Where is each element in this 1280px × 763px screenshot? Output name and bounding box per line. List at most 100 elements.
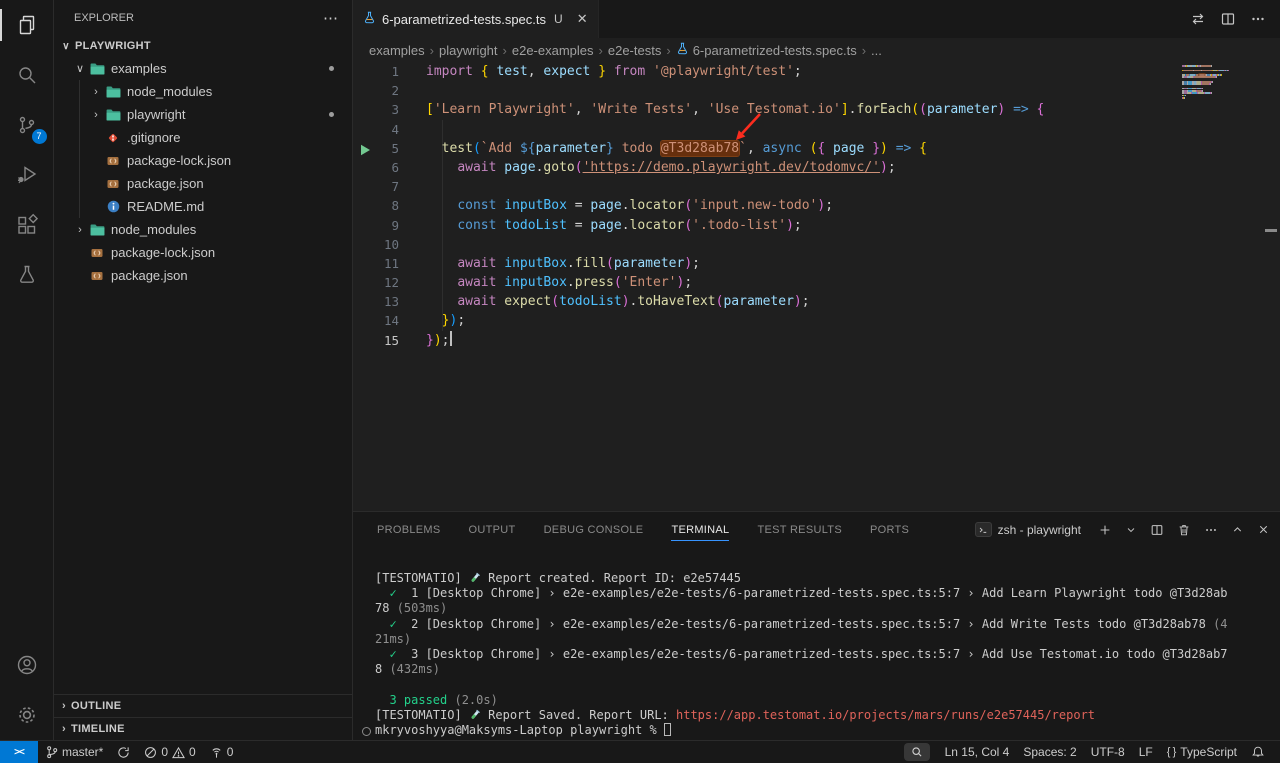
terminal-session[interactable]: zsh - playwright: [975, 522, 1081, 537]
timeline-section[interactable]: › TIMELINE: [54, 717, 352, 740]
code-line-6[interactable]: 6 await page.goto('https://demo.playwrig…: [353, 158, 1280, 177]
code-line-13[interactable]: 13 await expect(todoList).toHaveText(par…: [353, 292, 1280, 311]
code-text: [399, 81, 426, 100]
tree-item-README.md[interactable]: README.md: [54, 195, 352, 218]
panel-tab-terminal[interactable]: TERMINAL: [671, 512, 729, 547]
tree-item-package-lock.json[interactable]: package-lock.json: [54, 241, 352, 264]
testing-icon[interactable]: [0, 250, 54, 300]
git-branch-status[interactable]: master*: [38, 741, 110, 763]
new-terminal-icon[interactable]: [1098, 523, 1112, 537]
panel-tab-output[interactable]: OUTPUT: [469, 512, 516, 547]
panel-tab-problems[interactable]: PROBLEMS: [377, 512, 441, 547]
close-panel-icon[interactable]: [1257, 523, 1270, 536]
tree-item-examples[interactable]: ∨examples: [54, 57, 352, 80]
vscode-window: 7: [0, 0, 1280, 763]
breadcrumb-item[interactable]: ...: [871, 43, 882, 58]
tree-item-node_modules[interactable]: ›node_modules: [54, 218, 352, 241]
settings-gear-icon[interactable]: [0, 690, 54, 740]
kill-terminal-trash-icon[interactable]: [1177, 523, 1191, 537]
code-line-3[interactable]: 3['Learn Playwright', 'Write Tests', 'Us…: [353, 100, 1280, 119]
split-terminal-icon[interactable]: [1150, 523, 1164, 537]
tab-spec-file[interactable]: 6-parametrized-tests.spec.ts U ✕: [353, 0, 599, 38]
indentation-setting[interactable]: Spaces: 2: [1016, 745, 1083, 759]
outline-section[interactable]: › OUTLINE: [54, 694, 352, 717]
code-line-7[interactable]: 7: [353, 177, 1280, 196]
maximize-panel-chevron-icon[interactable]: [1231, 523, 1244, 536]
status-bar-right: Ln 15, Col 4 Spaces: 2 UTF-8 LF { } Type…: [904, 743, 1280, 761]
more-actions-icon[interactable]: [1250, 11, 1266, 27]
code-line-11[interactable]: 11 await inputBox.fill(parameter);: [353, 254, 1280, 273]
editor-pane[interactable]: 1import { test, expect } from '@playwrig…: [353, 62, 1280, 511]
language-mode[interactable]: { } TypeScript: [1160, 745, 1244, 759]
tree-item-playwright[interactable]: ›playwright: [54, 103, 352, 126]
code-line-9[interactable]: 9 const todoList = page.locator('.todo-l…: [353, 216, 1280, 235]
eol-setting[interactable]: LF: [1132, 745, 1160, 759]
breadcrumb-item[interactable]: e2e-examples: [512, 43, 594, 58]
account-icon[interactable]: [0, 640, 54, 690]
panel-actions: zsh - playwright: [975, 522, 1270, 537]
code-line-14[interactable]: 14 });: [353, 311, 1280, 330]
code-text: test(`Add ${parameter} todo @T3d28ab78`,…: [399, 139, 927, 158]
search-icon[interactable]: [0, 50, 54, 100]
tree-item-package-lock.json[interactable]: package-lock.json: [54, 149, 352, 172]
editor-cursor: [450, 331, 452, 346]
source-control-badge: 7: [32, 129, 47, 144]
zoom-icon[interactable]: [904, 743, 930, 761]
terminal-cursor: [664, 723, 671, 736]
breadcrumb-separator: ›: [862, 43, 866, 58]
code-line-5[interactable]: 5 test(`Add ${parameter} todo @T3d28ab78…: [353, 139, 1280, 158]
code-line-10[interactable]: 10: [353, 235, 1280, 254]
project-section-header[interactable]: ∨ PLAYWRIGHT: [54, 35, 352, 57]
encoding-setting[interactable]: UTF-8: [1084, 745, 1132, 759]
terminal-profile-chevron-icon[interactable]: [1125, 524, 1137, 536]
ports-count: 0: [227, 745, 234, 759]
extensions-icon[interactable]: [0, 200, 54, 250]
ports-status[interactable]: 0: [203, 741, 241, 763]
minimap[interactable]: [1182, 65, 1260, 99]
explorer-icon[interactable]: [0, 0, 54, 50]
code-text: ['Learn Playwright', 'Write Tests', 'Use…: [399, 100, 1044, 119]
explorer-sidebar: EXPLORER ⋯ ∨ PLAYWRIGHT ∨examples›node_m…: [54, 0, 353, 740]
code-line-12[interactable]: 12 await inputBox.press('Enter');: [353, 273, 1280, 292]
breadcrumb-item[interactable]: examples: [369, 43, 425, 58]
folder-file-icon: [104, 109, 122, 121]
problems-status[interactable]: 0 0: [137, 741, 202, 763]
sidebar-title: EXPLORER: [74, 12, 134, 24]
compare-changes-icon[interactable]: [1190, 11, 1206, 27]
sidebar-bottom-sections: › OUTLINE › TIMELINE: [54, 694, 352, 740]
source-control-icon[interactable]: 7: [0, 100, 54, 150]
panel-tab-test-results[interactable]: TEST RESULTS: [757, 512, 842, 547]
sync-icon[interactable]: [110, 741, 137, 763]
split-editor-icon[interactable]: [1220, 11, 1236, 27]
notifications-bell-icon[interactable]: [1244, 745, 1272, 759]
file-label: node_modules: [106, 222, 196, 237]
terminal-line: [TESTOMATIO] Report created. Report ID: …: [375, 571, 1280, 586]
breadcrumb-item[interactable]: 6-parametrized-tests.spec.ts: [676, 42, 857, 58]
panel-tab-debug-console[interactable]: DEBUG CONSOLE: [544, 512, 644, 547]
modified-dot: [329, 112, 334, 117]
breadcrumb-item[interactable]: playwright: [439, 43, 498, 58]
terminal-output[interactable]: [TESTOMATIO] Report created. Report ID: …: [353, 547, 1280, 740]
panel-more-actions-icon[interactable]: [1204, 523, 1218, 537]
code-line-8[interactable]: 8 const inputBox = page.locator('input.n…: [353, 196, 1280, 215]
file-label: .gitignore: [122, 130, 180, 145]
cursor-position[interactable]: Ln 15, Col 4: [938, 745, 1017, 759]
npm-file-icon: [104, 155, 122, 167]
warning-count: 0: [189, 745, 196, 759]
tree-item-package.json[interactable]: package.json: [54, 264, 352, 287]
tree-item-package.json[interactable]: package.json: [54, 172, 352, 195]
tree-item-node_modules[interactable]: ›node_modules: [54, 80, 352, 103]
code-line-1[interactable]: 1import { test, expect } from '@playwrig…: [353, 62, 1280, 81]
code-line-2[interactable]: 2: [353, 81, 1280, 100]
more-actions-icon[interactable]: ⋯: [323, 9, 338, 27]
breadcrumb-item[interactable]: e2e-tests: [608, 43, 661, 58]
run-debug-icon[interactable]: [0, 150, 54, 200]
panel-tab-ports[interactable]: PORTS: [870, 512, 909, 547]
line-number: 13: [353, 292, 399, 311]
code-line-4[interactable]: 4: [353, 120, 1280, 139]
braces-icon: { }: [1167, 746, 1177, 758]
close-icon[interactable]: ✕: [577, 11, 588, 27]
remote-indicator[interactable]: ><: [0, 741, 38, 763]
code-line-15[interactable]: 15});: [353, 331, 1280, 350]
tree-item-.gitignore[interactable]: .gitignore: [54, 126, 352, 149]
